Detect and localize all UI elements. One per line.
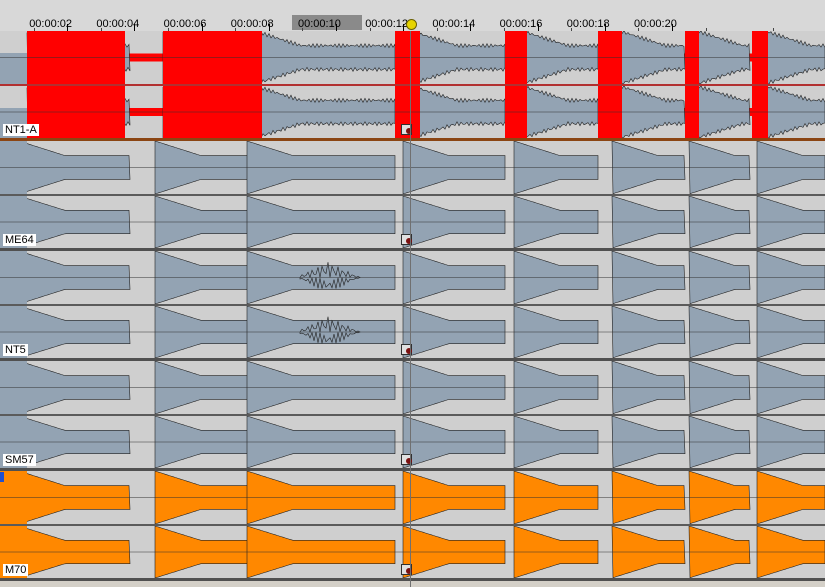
channel-divider — [0, 84, 825, 86]
waveform-segment — [619, 31, 686, 86]
ruler-tick — [470, 24, 472, 31]
channel-divider — [0, 524, 825, 526]
waveform-segment — [619, 83, 686, 138]
envelope-dot — [406, 458, 412, 464]
timeline-editor: 00:00:02 00:00:04 00:00:06 00:00:08 00:00:10… — [0, 0, 825, 587]
track-name-label: NT5 — [3, 344, 28, 356]
ruler-tick-label: 00:00:10 — [298, 18, 341, 30]
waveform-segment — [521, 31, 599, 87]
ruler-tick — [336, 24, 337, 31]
tracks-area: NT1-A ME64 NT5 SM57 M70 — [0, 31, 825, 587]
track-name-label: M70 — [3, 564, 29, 576]
track-m70[interactable]: M70 — [0, 471, 825, 581]
ruler-tick-label: 00:00:20 — [634, 18, 677, 30]
envelope-dot — [406, 238, 412, 244]
ruler-tick-label: 00:00:18 — [566, 18, 610, 30]
channel-divider — [0, 414, 825, 416]
track-name-label: NT1-A — [3, 124, 39, 136]
track-sm57[interactable]: SM57 — [0, 361, 825, 471]
ruler-tick — [67, 24, 69, 31]
playhead-line[interactable] — [410, 31, 411, 587]
ruler-tick-label: 00:00:14 — [432, 18, 476, 30]
ruler-tick — [134, 24, 136, 31]
ruler-tick-label: 00:00:04 — [96, 18, 140, 30]
envelope-dot — [406, 348, 412, 354]
ruler-tick — [604, 24, 606, 31]
ruler-tick-label: 00:00:16 — [499, 18, 543, 30]
ruler-tick-label: 00:00:08 — [230, 18, 274, 30]
waveform-segment — [410, 83, 506, 138]
selection-start-marker[interactable] — [0, 472, 4, 482]
envelope-dot — [406, 128, 412, 134]
ruler-tick — [403, 24, 405, 31]
time-ruler[interactable]: 00:00:02 00:00:04 00:00:06 00:00:08 00:00:10… — [0, 0, 825, 32]
ruler-tick-label: 00:00:12 — [365, 18, 409, 30]
waveform-segment — [521, 83, 599, 138]
waveform-segment — [410, 31, 506, 87]
channel-divider — [0, 304, 825, 306]
ruler-tick-label: 00:00:02 — [29, 18, 73, 30]
track-nt1-a[interactable]: NT1-A — [0, 31, 825, 141]
envelope-dot — [406, 568, 412, 574]
ruler-tick — [268, 24, 270, 31]
track-me64[interactable]: ME64 — [0, 141, 825, 251]
track-name-label: SM57 — [3, 454, 36, 466]
ruler-tick — [672, 24, 673, 31]
waveform-segment — [696, 83, 751, 138]
track-name-label: ME64 — [3, 234, 36, 246]
ruler-tick — [201, 24, 203, 31]
ruler-tick — [537, 24, 539, 31]
track-nt5[interactable]: NT5 — [0, 251, 825, 361]
channel-divider — [0, 194, 825, 196]
playhead-handle[interactable] — [406, 19, 417, 30]
ruler-tick-label: 00:00:06 — [163, 18, 207, 30]
